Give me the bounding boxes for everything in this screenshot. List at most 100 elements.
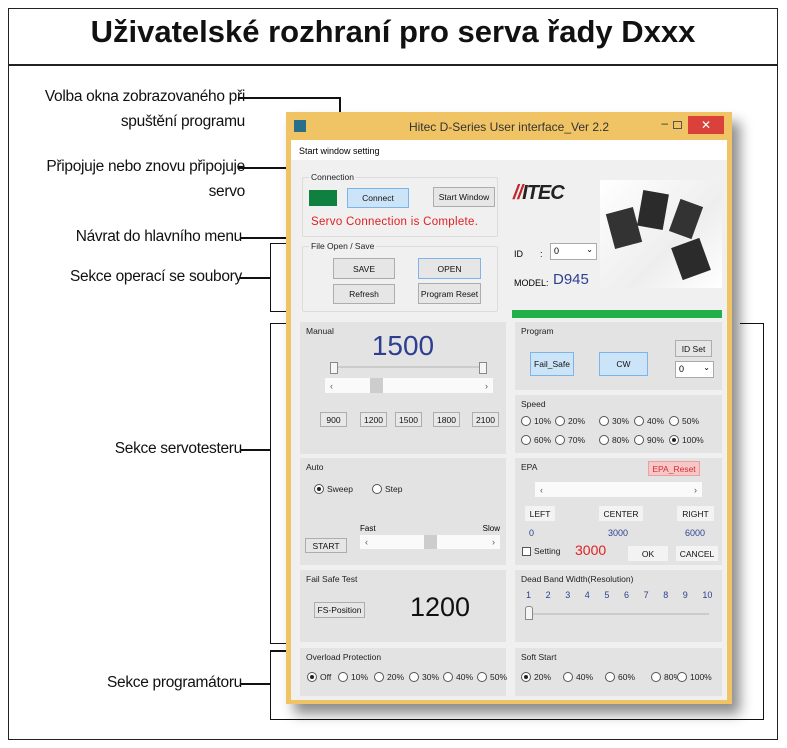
- softstart-radio-100[interactable]: 100%: [677, 672, 712, 682]
- radio-label: 20%: [568, 416, 586, 426]
- refresh-button[interactable]: Refresh: [333, 284, 395, 304]
- checkbox-indicator: [522, 546, 531, 556]
- radio-label: 40%: [647, 416, 665, 426]
- minimize-icon[interactable]: –: [661, 116, 668, 130]
- annotation-files: Sekce operací se soubory: [69, 268, 242, 285]
- overload-radio-50[interactable]: 50%: [477, 672, 507, 682]
- dead-band-tick-label: 4: [584, 590, 590, 600]
- setting-checkbox[interactable]: Setting: [522, 546, 560, 556]
- center-button[interactable]: CENTER: [599, 506, 643, 521]
- radio-indicator: [307, 672, 317, 682]
- radio-indicator: [372, 484, 382, 494]
- step-radio[interactable]: Step: [372, 484, 403, 494]
- program-reset-button[interactable]: Program Reset: [418, 283, 481, 304]
- annotation-connect: Připojuje nebo znovu připojuje servo: [46, 158, 245, 200]
- softstart-radio-20[interactable]: 20%: [521, 672, 551, 682]
- scroll-thumb: [370, 378, 383, 393]
- preset-button-1500[interactable]: 1500: [395, 412, 422, 427]
- min-slider-handle[interactable]: [330, 362, 338, 374]
- group-label: Connection: [309, 172, 357, 182]
- speed-radio-50[interactable]: 50%: [669, 416, 699, 426]
- right-value: 6000: [685, 528, 706, 538]
- id-value: 0: [554, 246, 560, 256]
- progress-bar: [512, 310, 722, 318]
- overload-radio-30[interactable]: 30%: [409, 672, 439, 682]
- softstart-radio-40[interactable]: 40%: [563, 672, 593, 682]
- overload-radio-20[interactable]: 20%: [374, 672, 404, 682]
- radio-label: 50%: [490, 672, 508, 682]
- preset-button-1200[interactable]: 1200: [360, 412, 387, 427]
- speed-radio-40[interactable]: 40%: [634, 416, 664, 426]
- connect-button[interactable]: Connect: [347, 188, 409, 208]
- fail-safe-value: 1200: [410, 592, 471, 622]
- radio-indicator: [521, 416, 531, 426]
- dead-band-tick-label: 6: [624, 590, 630, 600]
- left-value: 0: [529, 528, 535, 538]
- start-window-button[interactable]: Start Window: [433, 187, 495, 207]
- softstart-radio-60[interactable]: 60%: [605, 672, 635, 682]
- bracket-programmer-right: [740, 323, 764, 653]
- epa-current-value: 3000: [575, 542, 607, 558]
- overload-radio-Off[interactable]: Off: [307, 672, 331, 682]
- radio-indicator: [314, 484, 324, 494]
- dead-band-tick-label: 9: [682, 590, 688, 600]
- overload-radio-40[interactable]: 40%: [443, 672, 473, 682]
- speed-radio-10[interactable]: 10%: [521, 416, 551, 426]
- dead-band-panel: Dead Band Width(Resolution) 1 2 3 4 5 6 7 8 9 10: [515, 570, 722, 642]
- connection-group: Connection Connect Start Window Servo Co…: [302, 172, 498, 237]
- radio-label: Sweep: [327, 484, 353, 494]
- close-icon[interactable]: ✕: [688, 116, 724, 134]
- max-slider-handle[interactable]: [479, 362, 487, 374]
- speed-radio-90[interactable]: 90%: [634, 435, 664, 445]
- radio-label: 40%: [576, 672, 594, 682]
- preset-button-900[interactable]: 900: [320, 412, 347, 427]
- id-select[interactable]: 0 ⌄: [550, 243, 597, 260]
- dead-band-tick-label: 8: [663, 590, 669, 600]
- panel-label: Dead Band Width(Resolution): [521, 574, 634, 584]
- divider: [8, 64, 778, 66]
- sweep-radio[interactable]: Sweep: [314, 484, 353, 494]
- dead-band-tick-label: 2: [545, 590, 551, 600]
- dead-band-slider-handle[interactable]: [525, 606, 533, 620]
- client-area: Start window setting Connection Connect …: [291, 140, 727, 700]
- id-set-select[interactable]: 0 ⌄: [675, 361, 714, 378]
- sweep-speed-scrollbar[interactable]: ‹ ›: [360, 535, 500, 549]
- chevron-down-icon: ⌄: [586, 245, 593, 254]
- preset-button-1800[interactable]: 1800: [433, 412, 460, 427]
- radio-label: 50%: [682, 416, 700, 426]
- right-button[interactable]: RIGHT: [677, 506, 714, 521]
- panel-label: Soft Start: [521, 652, 557, 662]
- fs-position-button[interactable]: FS-Position: [314, 602, 365, 618]
- maximize-icon[interactable]: [673, 121, 682, 129]
- speed-radio-20[interactable]: 20%: [555, 416, 585, 426]
- checkbox-label: Setting: [534, 546, 561, 556]
- manual-scrollbar[interactable]: ‹ ›: [325, 378, 493, 393]
- epa-reset-button[interactable]: EPA_Reset: [648, 461, 700, 476]
- left-button[interactable]: LEFT: [525, 506, 555, 521]
- speed-radio-60[interactable]: 60%: [521, 435, 551, 445]
- overload-radio-10[interactable]: 10%: [338, 672, 368, 682]
- speed-radio-80[interactable]: 80%: [599, 435, 629, 445]
- speed-radio-70[interactable]: 70%: [555, 435, 585, 445]
- cancel-button[interactable]: CANCEL: [676, 546, 718, 561]
- radio-indicator: [374, 672, 384, 682]
- fail-safe-button[interactable]: Fail_Safe: [530, 352, 574, 376]
- cw-button[interactable]: CW: [599, 352, 648, 376]
- menu-start-window-setting[interactable]: Start window setting: [291, 140, 727, 160]
- preset-button-2100[interactable]: 2100: [472, 412, 499, 427]
- speed-radio-30[interactable]: 30%: [599, 416, 629, 426]
- speed-radio-100[interactable]: 100%: [669, 435, 704, 445]
- save-button[interactable]: SAVE: [333, 258, 395, 279]
- panel-label: Auto: [306, 462, 324, 472]
- panel-label: Fail Safe Test: [306, 574, 358, 584]
- open-button[interactable]: OPEN: [418, 258, 481, 279]
- page-title: Uživatelské rozhraní pro serva řady Dxxx: [90, 14, 696, 49]
- radio-label: 20%: [534, 672, 552, 682]
- start-button[interactable]: START: [305, 538, 347, 553]
- epa-scrollbar[interactable]: ‹ ›: [535, 482, 702, 497]
- radio-indicator: [563, 672, 573, 682]
- id-set-button[interactable]: ID Set: [675, 340, 712, 357]
- radio-indicator: [521, 672, 531, 682]
- dead-band-tick-label: 10: [702, 590, 713, 600]
- ok-button[interactable]: OK: [628, 546, 668, 561]
